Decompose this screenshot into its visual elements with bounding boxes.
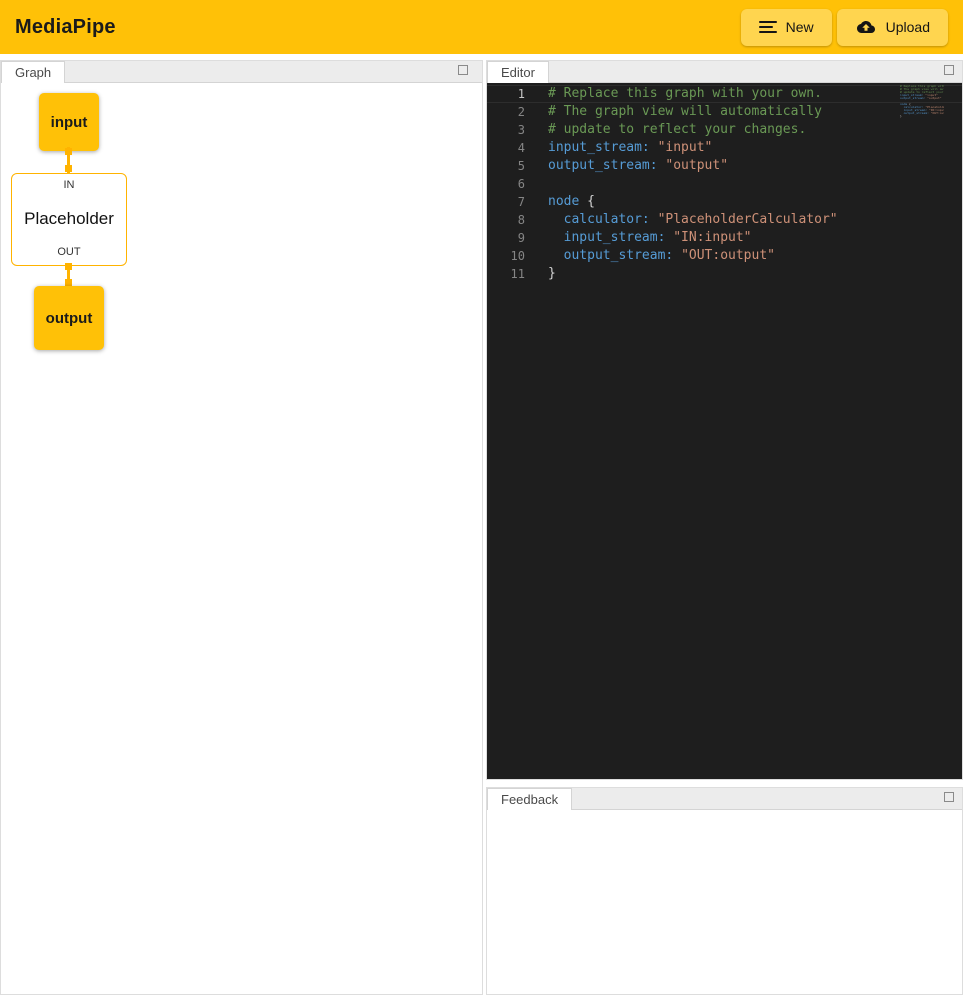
node-label: output — [46, 310, 93, 327]
menu-icon — [759, 20, 777, 34]
tab-feedback-label: Feedback — [501, 792, 558, 807]
graph-canvas[interactable]: input IN Placeholder OUT output — [1, 83, 482, 994]
graph-tabbar: Graph — [1, 61, 482, 83]
node-label: input — [51, 114, 88, 131]
edge-port-dot — [65, 165, 72, 172]
cloud-upload-icon — [855, 18, 877, 36]
header-actions: New Upload — [741, 9, 948, 46]
node-label: Placeholder — [24, 209, 114, 229]
feedback-body — [487, 810, 962, 994]
editor-popout-icon[interactable] — [944, 65, 954, 75]
tab-graph[interactable]: Graph — [1, 61, 65, 83]
tab-feedback[interactable]: Feedback — [487, 788, 572, 810]
editor-code[interactable]: 1# Replace this graph with your own.2# T… — [487, 85, 962, 283]
minimap[interactable]: # Replace this graph with your own.# The… — [900, 85, 944, 118]
input-port-label: IN — [64, 179, 75, 191]
right-column: Editor 1# Replace this graph with your o… — [486, 60, 963, 995]
graph-popout-icon[interactable] — [458, 65, 468, 75]
edge-port-dot — [65, 279, 72, 286]
tab-editor-label: Editor — [501, 65, 535, 80]
new-button[interactable]: New — [741, 9, 832, 46]
edge-port-dot — [65, 148, 72, 155]
app-root: MediaPipe New Upload Graph — [0, 0, 963, 995]
edge-port-dot — [65, 263, 72, 270]
upload-button-label: Upload — [886, 19, 930, 35]
main-area: Graph input IN Placeholder OUT — [0, 54, 963, 995]
tab-editor[interactable]: Editor — [487, 61, 549, 83]
feedback-panel: Feedback — [486, 787, 963, 995]
app-header: MediaPipe New Upload — [0, 0, 963, 54]
graph-node-output-stream[interactable]: output — [34, 286, 104, 350]
graph-panel: Graph input IN Placeholder OUT — [0, 60, 483, 995]
upload-button[interactable]: Upload — [837, 9, 948, 46]
editor-panel: Editor 1# Replace this graph with your o… — [486, 60, 963, 780]
tab-graph-label: Graph — [15, 65, 51, 80]
feedback-tabbar: Feedback — [487, 788, 962, 810]
editor-tabbar: Editor — [487, 61, 962, 83]
editor-body: 1# Replace this graph with your own.2# T… — [487, 83, 962, 779]
app-title: MediaPipe — [15, 16, 116, 39]
graph-node-input-stream[interactable]: input — [39, 93, 99, 151]
new-button-label: New — [786, 19, 814, 35]
output-port-label: OUT — [57, 246, 80, 258]
graph-node-placeholder-calculator[interactable]: IN Placeholder OUT — [11, 173, 127, 266]
feedback-popout-icon[interactable] — [944, 792, 954, 802]
